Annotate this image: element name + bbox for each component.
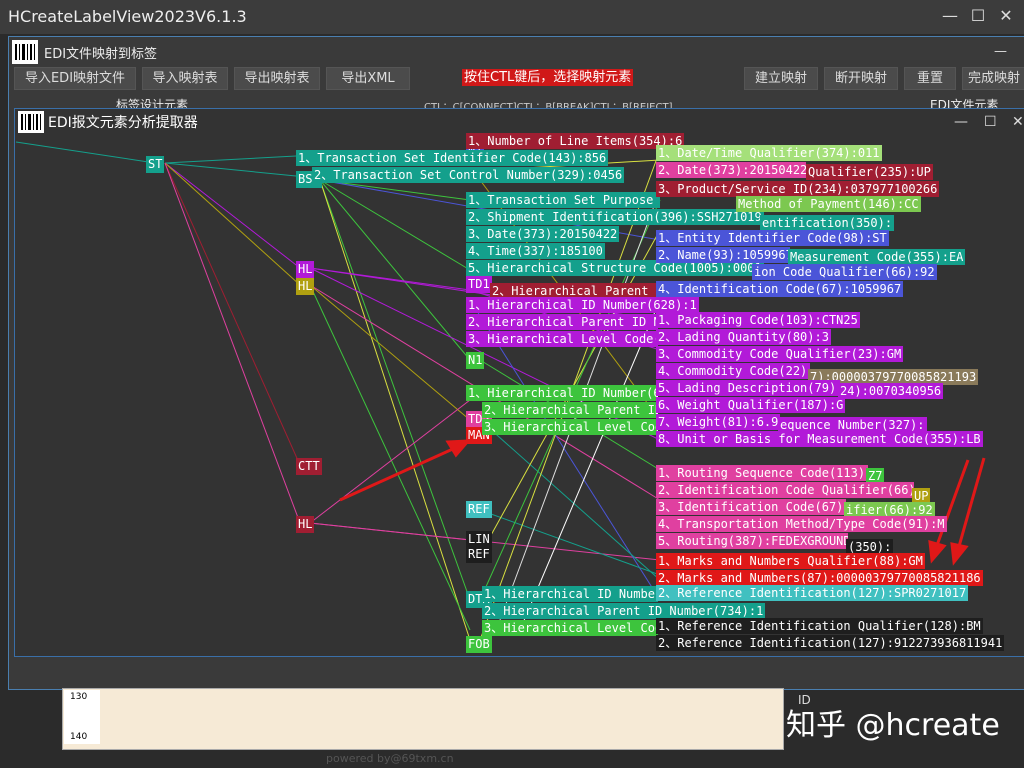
segment-ref[interactable]: REF [466, 501, 492, 518]
n1-element[interactable]: 2、Name(93):1059967 [656, 247, 790, 263]
lin-element[interactable]: Qualifier(235):UP [806, 164, 933, 180]
vertical-ruler: 130 140 [64, 690, 100, 744]
ref-element[interactable]: 2、Reference Identification(127):SPR02710… [656, 585, 969, 601]
segment-st[interactable]: ST [146, 156, 165, 173]
hl-element[interactable]: 2、Hierarchical Parent ID N [482, 402, 658, 418]
td5-element[interactable]: 1、Routing Sequence Code(113): [656, 465, 868, 481]
td1-element[interactable]: 5、Lading Description(79): [656, 380, 840, 396]
man-element[interactable]: 1、Marks and Numbers Qualifier(88):GM [656, 553, 925, 569]
segment-ref[interactable]: REF [466, 546, 492, 563]
dtm-element[interactable]: 1、Date/Time Qualifier(374):011 [656, 145, 882, 161]
segment-ctt[interactable]: CTT [296, 458, 322, 475]
hl-element[interactable]: 3、Hierarchical Level Code( [482, 620, 658, 636]
segment-fob[interactable]: FOB [466, 636, 492, 653]
td5-element[interactable]: 5、Routing(387):FEDEXGROUND [656, 533, 848, 549]
man-element[interactable]: 2、Marks and Numbers(87):0000037977008582… [656, 570, 983, 586]
n1-element[interactable]: 1、Entity Identifier Code(98):ST [656, 230, 889, 246]
hl-element[interactable]: 2、Hierarchical Parent ID Number(734):1 [482, 603, 766, 619]
fob-element[interactable]: Method of Payment(146):CC [736, 196, 921, 212]
n1-element[interactable]: ion Code Qualifier(66):92 [752, 264, 937, 280]
st-element[interactable]: 1、Transaction Set Identifier Code(143):8… [296, 150, 609, 166]
hl-element[interactable]: 1、Hierarchical ID Number(6 [466, 385, 658, 401]
td5-element[interactable]: 4、Transportation Method/Type Code(91):M [656, 516, 947, 532]
ref-element[interactable]: 2、Reference Identification(127):91227393… [656, 635, 1005, 651]
segment-n1[interactable]: N1 [466, 352, 485, 369]
td1-element[interactable]: 4、Commodity Code(22): [656, 363, 810, 379]
watermark-text: 知乎 @hcreate [786, 708, 1000, 743]
bsn-element[interactable]: 4、Time(337):185100 [466, 243, 605, 259]
td1-element[interactable]: 1、Packaging Code(103):CTN25 [656, 312, 860, 328]
bsn-element[interactable]: 1、Transaction Set Purpose Code(353):00 [466, 192, 660, 208]
td5-element[interactable]: 3、Identification Code(67): [656, 499, 846, 515]
segment-hl[interactable]: HL [296, 278, 315, 295]
segment-td1[interactable]: TD1 [466, 276, 492, 293]
ruler-mark: 140 [70, 732, 88, 742]
bsn-element[interactable]: 2、Shipment Identification(396):SSH271019 [466, 209, 764, 225]
credit-text: powered by@69txm.cn [326, 752, 454, 765]
ruler-mark: 130 [70, 692, 88, 702]
segment-hl[interactable]: HL [296, 261, 315, 278]
dtm-element[interactable]: 2、Date(373):20150422 [656, 162, 806, 178]
td1-element[interactable]: 24):0070340956 [838, 383, 944, 399]
td5-element[interactable]: 2、Identification Code Qualifier(66): [656, 482, 914, 498]
label-canvas[interactable] [62, 688, 784, 750]
ref-element[interactable]: entification(350): [760, 215, 895, 231]
td1-element[interactable]: 3、Commodity Code Qualifier(23):GM [656, 346, 904, 362]
n1-element[interactable]: 4、Identification Code(67):1059967 [656, 281, 904, 297]
lin-element[interactable]: 3、Product/Service ID(234):037977100266 [656, 181, 940, 197]
ctt-element[interactable]: 1、Number of Line Items(354):6 [466, 133, 685, 149]
bsn-element[interactable]: 3、Date(373):20150422 [466, 226, 620, 242]
segment-hl[interactable]: HL [296, 516, 315, 533]
hl-element[interactable]: 1、Hierarchical ID Number(6 [482, 586, 658, 602]
td1-element[interactable]: 7、Weight(81):6.9 [656, 414, 780, 430]
td1-element[interactable]: 8、Unit or Basis for Measurement Code(355… [656, 431, 983, 447]
hl-element[interactable]: 1、Hierarchical ID Number(628):1 [466, 297, 699, 313]
ref-element[interactable]: 1、Reference Identification Qualifier(128… [656, 618, 983, 634]
td1-element[interactable]: 2、Lading Quantity(80):3 [656, 329, 831, 345]
st-element[interactable]: 2、Transaction Set Control Number(329):04… [312, 167, 625, 183]
td1-element[interactable]: 6、Weight Qualifier(187):G [656, 397, 846, 413]
lin-element[interactable]: Measurement Code(355):EA [788, 249, 966, 265]
hl-element[interactable]: 3、Hierarchical Level Code( [466, 331, 658, 347]
hl-element[interactable]: 3、Hierarchical Level Code( [482, 419, 658, 435]
hl-element[interactable]: 2、Hierarchical Parent ID N [466, 314, 658, 330]
